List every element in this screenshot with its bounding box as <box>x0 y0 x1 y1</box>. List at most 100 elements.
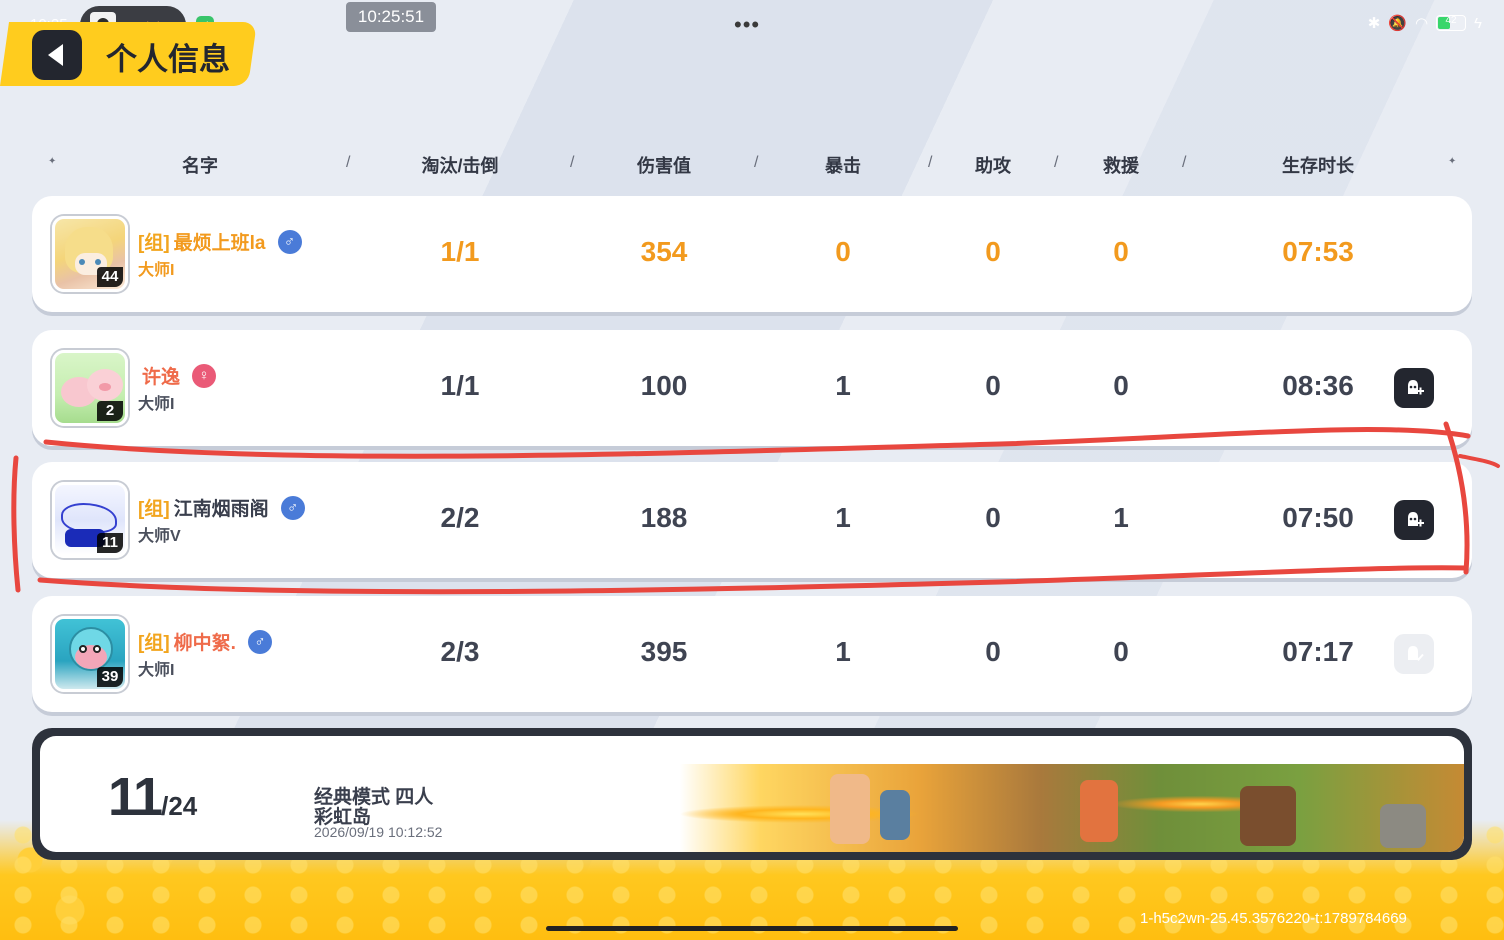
back-arrow-icon <box>48 44 63 66</box>
player-name-line: [组] 最烦上班la ♂ <box>138 228 302 255</box>
placement-rank: 11 <box>108 767 163 827</box>
character-figure <box>1240 786 1296 846</box>
stat-crit: 1 <box>835 636 851 667</box>
avatar[interactable]: 44 <box>52 216 128 292</box>
team-tag: [组] <box>138 633 170 654</box>
col-name: 名字 <box>182 156 218 176</box>
stat-damage: 395 <box>640 636 688 667</box>
session-id: 1-h5c2wn-25.45.3576220-t:1789784669 <box>1140 910 1407 927</box>
col-separator: / <box>1182 154 1187 171</box>
player-row[interactable]: 11 [组] 江南烟雨阁 ♂ 大师V 2/2 188 1 0 1 07:50 <box>32 462 1472 578</box>
stat-assist: 0 <box>985 370 1001 401</box>
bluetooth-icon: ✱ <box>1367 15 1381 32</box>
male-icon: ♂ <box>277 229 302 254</box>
more-dots-icon[interactable]: ••• <box>734 12 760 38</box>
match-map-artwork <box>680 764 1464 852</box>
level-badge: 2 <box>97 401 123 421</box>
player-rank: 大师I <box>138 262 175 279</box>
header-bullet: ✦ <box>1448 156 1457 167</box>
player-name: 最烦上班la <box>173 233 266 254</box>
status-icons: ✱ 🔕 ◠ 42 ϟ <box>1367 14 1482 33</box>
avatar[interactable]: 11 <box>52 482 128 558</box>
stat-assist: 0 <box>985 636 1001 667</box>
placement-total: /24 <box>161 791 198 821</box>
stat-crit: 1 <box>835 370 851 401</box>
player-row[interactable]: 44 [组] 最烦上班la ♂ 大师I 1/1 354 0 0 0 07:53 <box>32 196 1472 312</box>
level-badge: 44 <box>97 267 123 287</box>
character-figure <box>1380 804 1426 848</box>
col-rescue: 救援 <box>1103 156 1139 176</box>
level-badge: 39 <box>97 667 123 687</box>
player-rank: 大师I <box>138 662 175 679</box>
stat-kills: 1/1 <box>440 236 480 267</box>
player-rank: 大师V <box>138 528 181 545</box>
home-indicator[interactable] <box>546 926 958 931</box>
match-info-panel: 11/24 经典模式 四人 彩虹岛 2026/09/19 10:12:52 <box>40 736 1464 852</box>
stat-survival: 07:53 <box>1282 236 1354 267</box>
level-badge: 11 <box>97 533 123 553</box>
friend-added-icon <box>1408 646 1424 661</box>
team-tag: [组] <box>138 499 170 520</box>
player-name-line: [组] 江南烟雨阁 ♂ <box>138 494 305 521</box>
stat-kills: 2/3 <box>440 636 480 667</box>
battery-icon: 42 <box>1436 15 1467 31</box>
stat-crit: 1 <box>835 502 851 533</box>
stat-rescue: 1 <box>1113 502 1129 533</box>
match-datetime: 2026/09/19 10:12:52 <box>314 824 443 840</box>
col-assist: 助攻 <box>975 156 1011 176</box>
header-bullet: ✦ <box>48 156 57 167</box>
add-friend-icon <box>1408 380 1424 395</box>
col-separator: / <box>570 154 575 171</box>
add-friend-icon <box>1408 512 1424 527</box>
col-separator: / <box>928 154 933 171</box>
col-separator: / <box>346 154 351 171</box>
player-name: 柳中絮. <box>173 633 236 654</box>
back-button[interactable] <box>32 30 82 80</box>
avatar[interactable]: 2 <box>52 350 128 426</box>
male-icon: ♂ <box>247 629 272 654</box>
page-title: 个人信息 <box>106 42 230 77</box>
add-friend-button[interactable] <box>1394 368 1434 408</box>
stat-kills: 1/1 <box>440 370 480 401</box>
team-tag: [组] <box>138 233 170 254</box>
stat-damage: 354 <box>640 236 688 267</box>
add-friend-button[interactable] <box>1394 500 1434 540</box>
charging-icon: ϟ <box>1474 14 1482 32</box>
stat-rescue: 0 <box>1113 370 1129 401</box>
player-rank: 大师I <box>138 396 175 413</box>
col-crit: 暴击 <box>825 156 861 176</box>
stat-rescue: 0 <box>1113 236 1129 267</box>
col-separator: / <box>754 154 759 171</box>
match-info-card: 11/24 经典模式 四人 彩虹岛 2026/09/19 10:12:52 <box>32 728 1472 860</box>
stat-crit: 0 <box>835 236 851 267</box>
player-name-line: 许逸 ♀ <box>138 362 217 389</box>
col-survival: 生存时长 <box>1282 156 1354 176</box>
stat-damage: 100 <box>640 370 688 401</box>
character-figure <box>880 790 910 840</box>
col-separator: / <box>1054 154 1059 171</box>
stat-kills: 2/2 <box>440 502 480 533</box>
player-name-line: [组] 柳中絮. ♂ <box>138 628 272 655</box>
male-icon: ♂ <box>280 495 305 520</box>
player-name: 江南烟雨阁 <box>173 499 269 520</box>
player-name: 许逸 <box>142 367 181 388</box>
stat-assist: 0 <box>985 502 1001 533</box>
mute-icon: 🔕 <box>1388 15 1407 32</box>
player-row[interactable]: 2 许逸 ♀ 大师I 1/1 100 1 0 0 08:36 <box>32 330 1472 446</box>
battery-level: 42 <box>1445 15 1457 26</box>
col-damage: 伤害值 <box>637 156 691 176</box>
friend-added-button[interactable] <box>1394 634 1434 674</box>
clock-badge: 10:25:51 <box>346 2 436 32</box>
avatar[interactable]: 39 <box>52 616 128 692</box>
col-kills: 淘汰/击倒 <box>421 156 499 176</box>
placement: 11/24 <box>108 766 197 828</box>
stat-survival: 07:50 <box>1282 502 1354 533</box>
stat-survival: 08:36 <box>1282 370 1354 401</box>
stat-assist: 0 <box>985 236 1001 267</box>
player-row[interactable]: 39 [组] 柳中絮. ♂ 大师I 2/3 395 1 0 0 07:17 <box>32 596 1472 712</box>
character-figure <box>1080 780 1118 842</box>
stat-damage: 188 <box>640 502 688 533</box>
female-icon: ♀ <box>192 363 217 388</box>
wifi-icon: ◠ <box>1414 15 1429 32</box>
character-figure <box>830 774 870 844</box>
